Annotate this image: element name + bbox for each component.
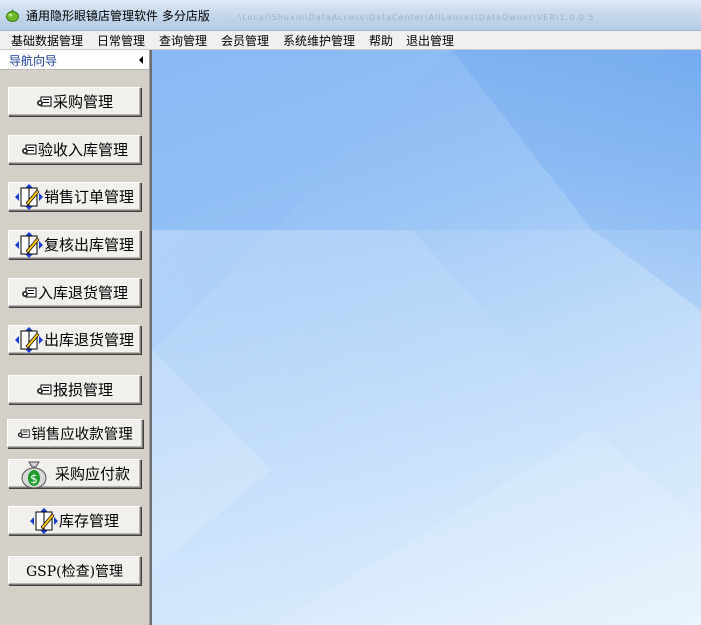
nav-button-inspection-warehousing[interactable]: 验收入库管理 bbox=[8, 135, 141, 164]
nav-button-inventory[interactable]: 库存管理 bbox=[8, 506, 141, 535]
menu-member[interactable]: 会员管理 bbox=[220, 32, 270, 49]
nav-button-label: 出库退货管理 bbox=[43, 331, 134, 349]
nav-button-label: 采购管理 bbox=[52, 93, 113, 111]
menu-bar: 基础数据管理 日常管理 查询管理 会员管理 系统维护管理 帮助 退出管理 bbox=[0, 31, 701, 50]
nav-button-label: GSP(检查)管理 bbox=[25, 563, 124, 580]
nav-button-label: 采购应付款 bbox=[54, 465, 130, 483]
nav-button-inbound-return[interactable]: 入库退货管理 bbox=[8, 278, 141, 307]
menu-basic-data[interactable]: 基础数据管理 bbox=[10, 32, 84, 49]
nav-button-purchase[interactable]: 采购管理 bbox=[8, 87, 141, 116]
money-bag-icon: $ bbox=[21, 461, 47, 488]
nav-button-label: 销售应收款管理 bbox=[31, 427, 133, 443]
nav-button-review-outbound[interactable]: 复核出库管理 bbox=[8, 230, 141, 259]
menu-query[interactable]: 查询管理 bbox=[158, 32, 208, 49]
book-edit-icon bbox=[29, 507, 58, 534]
nav-button-label: 入库退货管理 bbox=[37, 284, 128, 302]
nav-button-label: 销售订单管理 bbox=[43, 188, 134, 206]
title-bar: 通用隐形眼镜店管理软件 多分店版 ...\Local\Shuxin\DataAc… bbox=[0, 0, 701, 31]
nav-panel: 导航向导 采购管理 验收入库管理 销售订单管理 复核出库管理 入库退货管理 出库… bbox=[0, 50, 150, 625]
nav-button-label: 报损管理 bbox=[52, 381, 113, 399]
nav-button-purchase-payable[interactable]: $ 采购应付款 bbox=[8, 459, 141, 488]
nav-button-outbound-return[interactable]: 出库退货管理 bbox=[8, 325, 141, 354]
nav-button-loss-report[interactable]: 报损管理 bbox=[8, 375, 141, 404]
nav-button-label: 库存管理 bbox=[58, 512, 119, 530]
workspace-background bbox=[152, 50, 701, 625]
app-logo-icon bbox=[6, 9, 19, 22]
nav-title: 导航向导 bbox=[9, 54, 58, 68]
nav-button-sales-order[interactable]: 销售订单管理 bbox=[8, 182, 141, 211]
nav-button-label: 验收入库管理 bbox=[37, 141, 128, 159]
book-edit-icon bbox=[14, 326, 43, 353]
book-edit-icon bbox=[14, 231, 43, 258]
module-icon bbox=[36, 96, 52, 106]
module-icon bbox=[21, 287, 37, 297]
title-path-text: ...\Local\Shuxin\DataAccess\DataCenter\A… bbox=[228, 13, 595, 22]
svg-text:$: $ bbox=[30, 472, 38, 486]
nav-button-sales-receivable[interactable]: 销售应收款管理 bbox=[7, 419, 143, 448]
nav-button-gsp-inspection[interactable]: GSP(检查)管理 bbox=[8, 556, 141, 585]
module-icon bbox=[36, 384, 52, 394]
menu-help[interactable]: 帮助 bbox=[368, 32, 394, 49]
menu-system[interactable]: 系统维护管理 bbox=[282, 32, 356, 49]
background-pattern bbox=[152, 50, 701, 625]
menu-exit[interactable]: 退出管理 bbox=[405, 32, 455, 49]
module-icon bbox=[18, 429, 30, 438]
menu-daily[interactable]: 日常管理 bbox=[96, 32, 146, 49]
nav-button-label: 复核出库管理 bbox=[43, 236, 134, 254]
nav-header: 导航向导 bbox=[0, 50, 149, 70]
collapse-arrow-icon[interactable] bbox=[139, 56, 143, 64]
module-icon bbox=[21, 144, 37, 154]
window-title: 通用隐形眼镜店管理软件 多分店版 bbox=[26, 9, 210, 23]
book-edit-icon bbox=[14, 183, 43, 210]
